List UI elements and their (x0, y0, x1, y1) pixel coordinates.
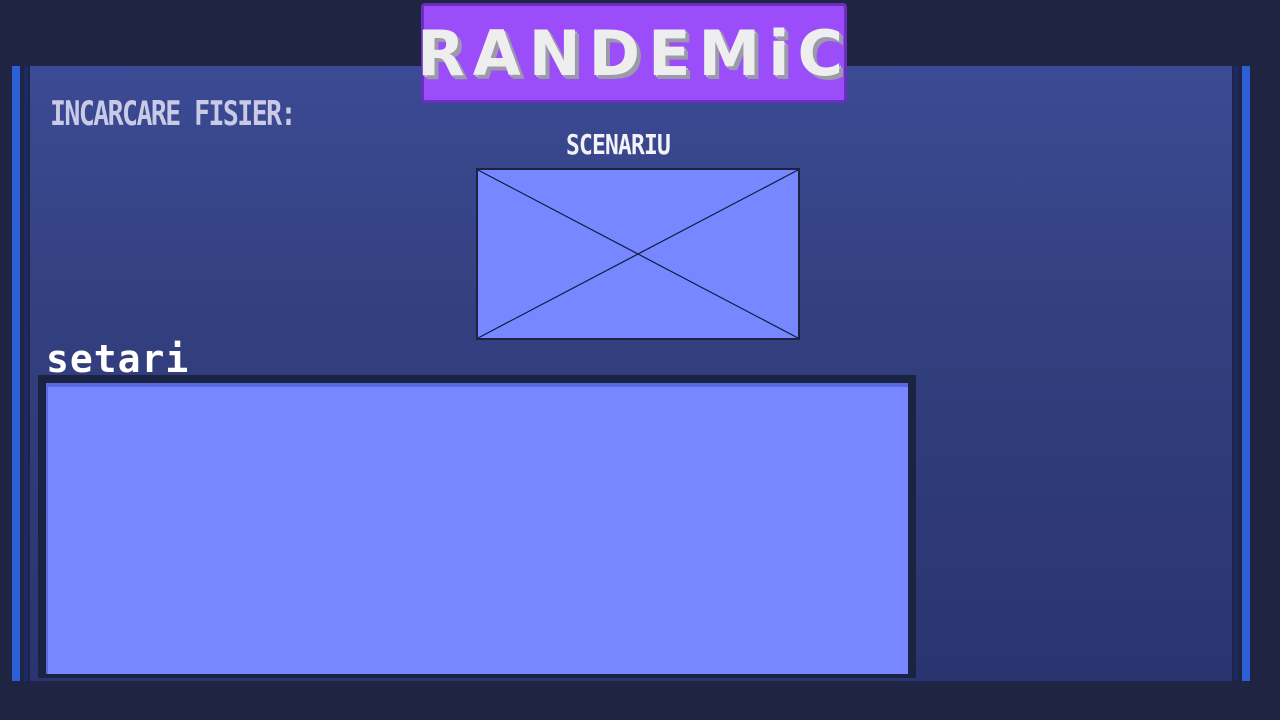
left-rail (0, 66, 30, 681)
right-rail (1232, 66, 1280, 681)
game-title: RANDEMiC (417, 16, 851, 90)
settings-panel (38, 375, 916, 678)
image-placeholder-icon (478, 170, 798, 338)
settings-area[interactable] (46, 383, 908, 674)
bottom-bar (0, 681, 1280, 720)
game-logo: RANDEMiC (417, 3, 847, 103)
scenario-image-slot[interactable] (476, 168, 800, 340)
file-upload-heading: INCARCARE FISIER: (50, 94, 296, 134)
scenario-heading: SCENARIU (566, 128, 671, 161)
